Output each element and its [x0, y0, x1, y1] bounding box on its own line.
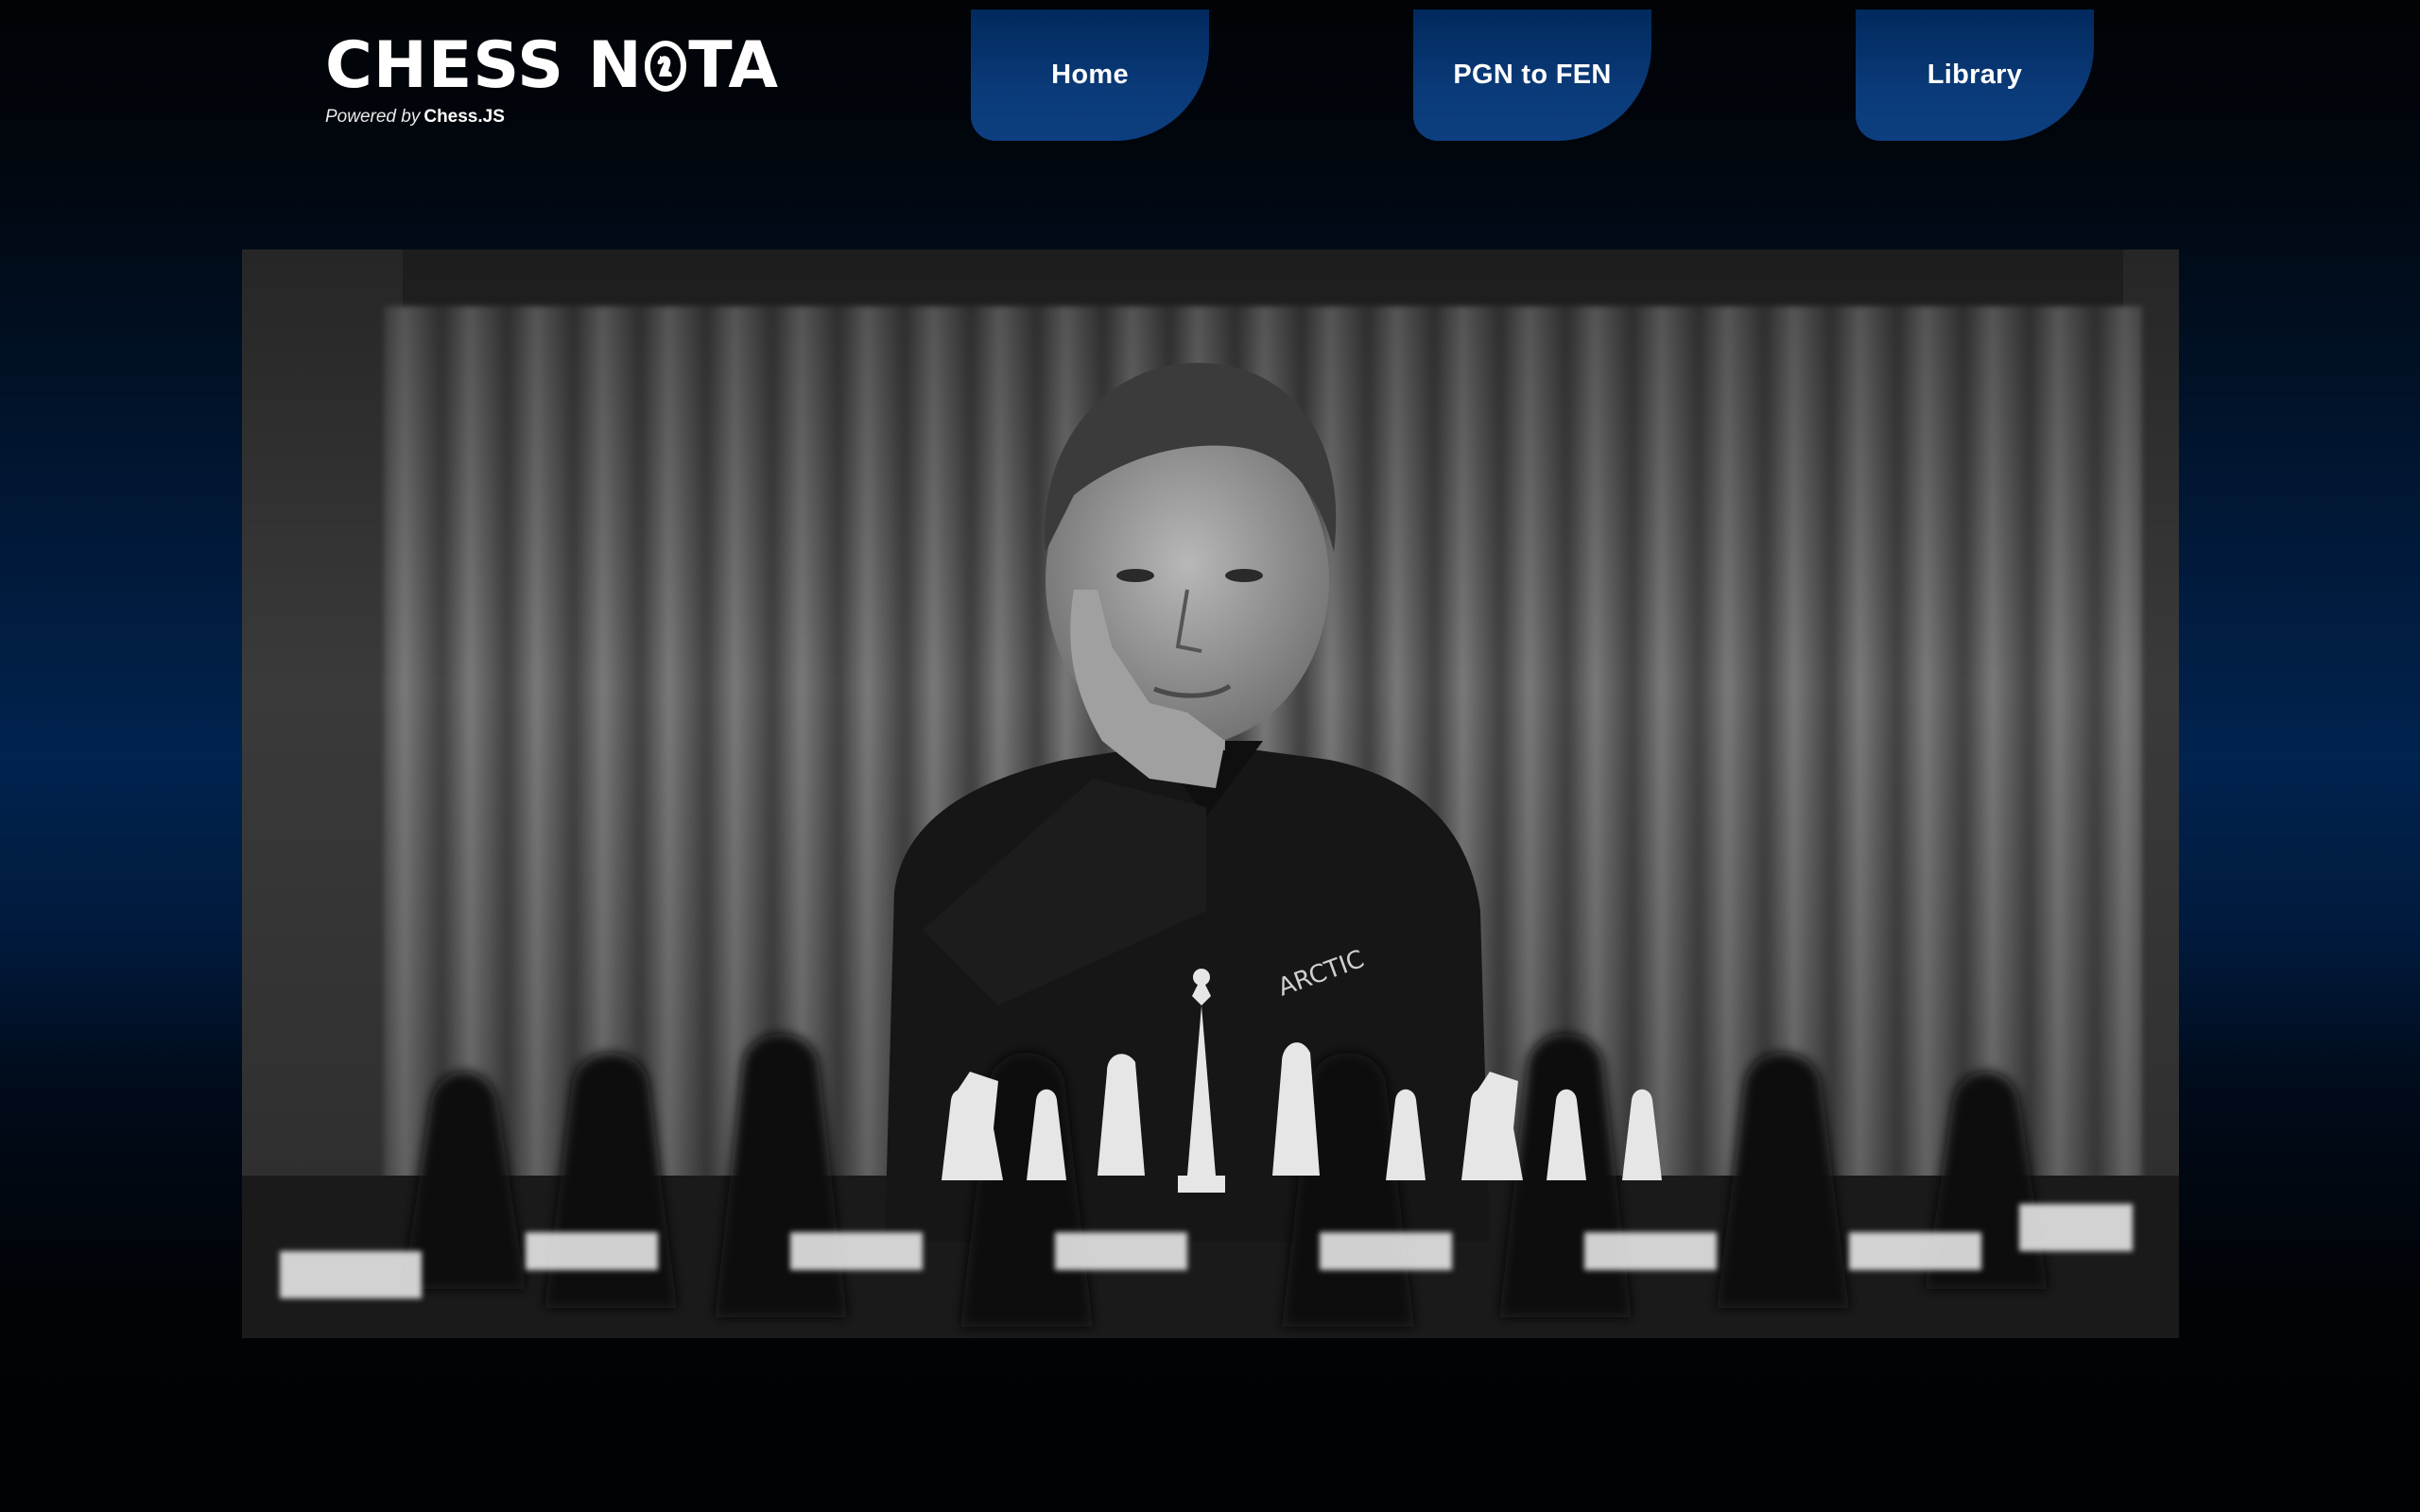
hero-photo-illustration: ARCTIC: [242, 249, 2179, 1338]
knight-o-icon: [644, 41, 687, 92]
nav-tab-home-label: Home: [1051, 60, 1129, 90]
powered-by-prefix: Powered by: [325, 107, 421, 127]
logo-title: CHESS N TA: [325, 28, 779, 104]
site-logo[interactable]: CHESS N TA Powered by Chess.JS: [325, 28, 779, 132]
nav-tab-pgn-to-fen[interactable]: PGN to FEN: [1413, 9, 1651, 141]
nav-tab-pgn-to-fen-label: PGN to FEN: [1453, 60, 1612, 90]
logo-title-right: TA: [688, 28, 779, 103]
page: CHESS N TA Powered by Chess.JS Home PGN t…: [0, 0, 2420, 1512]
powered-by: Powered by Chess.JS: [325, 106, 779, 129]
nav-tab-home[interactable]: Home: [971, 9, 1209, 141]
nav-tab-library-label: Library: [1927, 60, 2023, 90]
powered-by-brand: Chess.JS: [424, 107, 505, 127]
hero-image: ARCTIC: [242, 249, 2179, 1338]
nav-tab-library[interactable]: Library: [1856, 9, 2094, 141]
logo-title-left: CHESS N: [325, 28, 643, 103]
